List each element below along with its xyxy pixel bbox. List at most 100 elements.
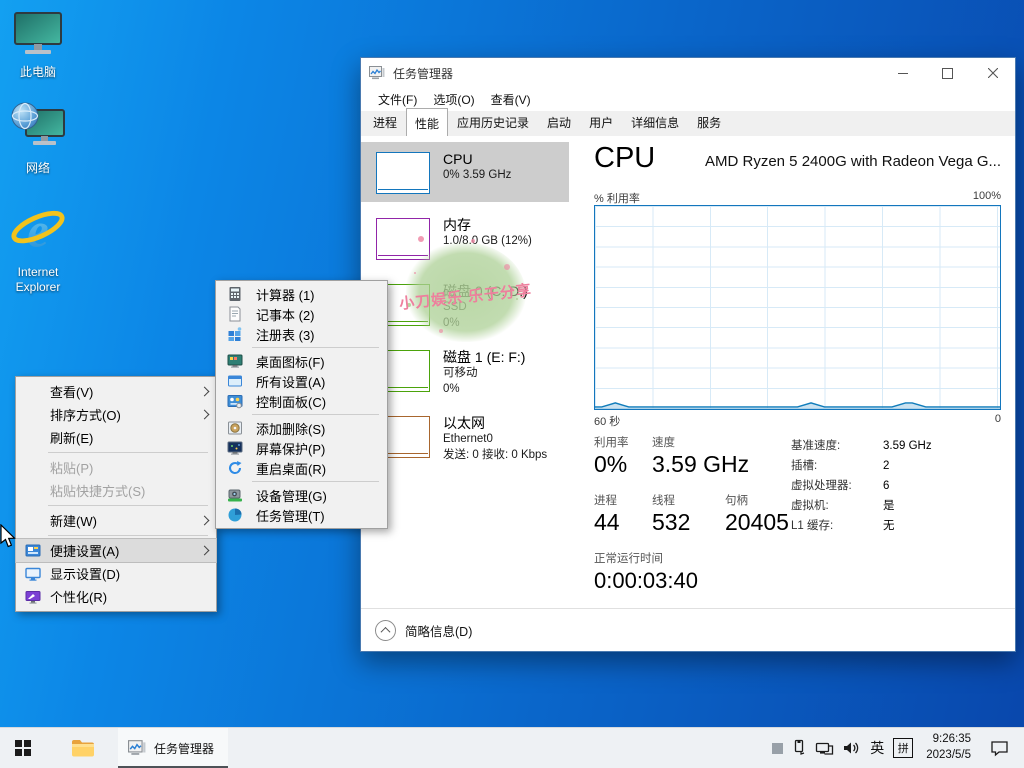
submenu-item-registry[interactable]: 注册表 (3) xyxy=(216,324,387,344)
menu-separator xyxy=(48,505,208,506)
action-center-icon[interactable] xyxy=(990,739,1010,757)
submenu-item-control-panel[interactable]: 控制面板(C) xyxy=(216,391,387,411)
menu-separator xyxy=(48,452,208,453)
desktop-icon-label: 网络 xyxy=(25,161,50,175)
cpu-details: 基准速度: 3.59 GHz 插槽: 2 虚拟处理器: 6 虚拟机: 是 L1 缓存: 无 xyxy=(791,436,932,536)
submenu-item-all-settings[interactable]: 所有设置(A) xyxy=(216,371,387,391)
submenu-item-notepad[interactable]: 记事本 (2) xyxy=(216,304,387,324)
menu-item-paste[interactable]: 粘贴(P) xyxy=(16,456,216,479)
personalize-icon xyxy=(25,590,41,604)
desktop-icon-this-pc[interactable]: 此电脑 xyxy=(0,12,76,80)
usb-eject-icon[interactable] xyxy=(792,739,806,757)
network-tray-icon[interactable] xyxy=(815,740,834,756)
desktop-icon-internet-explorer[interactable]: e Internet Explorer xyxy=(0,202,76,295)
tab-services[interactable]: 服务 xyxy=(688,109,730,136)
handles-label: 句柄 xyxy=(725,495,748,507)
submenu-item-desktop-icons[interactable]: 桌面图标(F) xyxy=(216,351,387,371)
window-title: 任务管理器 xyxy=(393,66,454,81)
util-label: 利用率 xyxy=(594,437,629,449)
sidebar-disk1-sub: 可移动 xyxy=(443,367,478,380)
screen: { "desktop": { "icons": [ {"label": "此电脑… xyxy=(0,0,1024,768)
footer: 简略信息(D) xyxy=(361,608,1015,651)
fewer-details-button[interactable] xyxy=(375,619,396,641)
submenu-item-task-management[interactable]: 任务管理(T) xyxy=(216,505,387,525)
windows-logo-icon xyxy=(15,740,31,756)
tab-app-history[interactable]: 应用历史记录 xyxy=(448,109,538,136)
file-explorer-button[interactable] xyxy=(60,728,106,768)
tab-users[interactable]: 用户 xyxy=(580,109,622,136)
sidebar-memory-title: 内存 xyxy=(443,217,471,233)
sidebar-item-disk0[interactable]: 磁盘 0 (C: D:) SSD 0% xyxy=(361,274,569,334)
tab-processes[interactable]: 进程 xyxy=(364,109,406,136)
menu-item-quick-settings[interactable]: 便捷设置(A) xyxy=(15,538,217,563)
submenu-item-restart-desktop[interactable]: 重启桌面(R) xyxy=(216,458,387,478)
taskbar-button-label: 任务管理器 xyxy=(154,741,215,756)
submenu-item-calculator[interactable]: 计算器 (1) xyxy=(216,284,387,304)
chevron-right-icon xyxy=(199,409,210,420)
menu-separator xyxy=(252,414,379,415)
base-speed-label: 基准速度: xyxy=(791,440,841,452)
virtual-machine-value: 是 xyxy=(883,500,895,512)
menu-item-new[interactable]: 新建(W) xyxy=(16,509,216,532)
tab-performance[interactable]: 性能 xyxy=(406,108,449,137)
titlebar[interactable]: 任务管理器 xyxy=(361,58,1015,88)
cpu-model-name: AMD Ryzen 5 2400G with Radeon Vega G... xyxy=(705,153,1001,170)
folder-icon xyxy=(72,740,94,757)
sidebar-item-memory[interactable]: 内存 1.0/8.0 GB (12%) xyxy=(361,208,569,268)
chevron-right-icon xyxy=(199,515,210,526)
menu-view[interactable]: 查看(V) xyxy=(483,88,539,111)
task-manager-taskbar-icon xyxy=(128,740,146,755)
submenu-item-add-remove[interactable]: 添加删除(S) xyxy=(216,418,387,438)
util-value: 0% xyxy=(594,451,628,477)
device-manager-icon xyxy=(228,489,242,502)
all-settings-icon xyxy=(228,375,242,387)
sidebar-ethernet-sub: Ethernet0 xyxy=(443,433,493,446)
desktop-icons-icon xyxy=(227,354,243,368)
sidebar-item-disk1[interactable]: 磁盘 1 (E: F:) 可移动 0% xyxy=(361,340,569,400)
minimize-button[interactable] xyxy=(880,58,925,88)
cpu-graph-line xyxy=(595,402,1000,409)
graph-y-max: 100% xyxy=(972,190,1001,202)
sidebar-disk0-sub2: 0% xyxy=(443,316,460,329)
screensaver-icon xyxy=(227,441,243,455)
display-settings-icon xyxy=(25,567,41,581)
menu-separator xyxy=(48,535,208,536)
menu-item-refresh[interactable]: 刷新(E) xyxy=(16,426,216,449)
base-speed-value: 3.59 GHz xyxy=(883,440,932,452)
maximize-button[interactable] xyxy=(925,58,970,88)
menu-item-paste-shortcut[interactable]: 粘贴快捷方式(S) xyxy=(16,479,216,502)
sidebar-item-ethernet[interactable]: 以太网 Ethernet0 发送: 0 接收: 0 Kbps xyxy=(361,406,569,466)
submenu-item-screensaver[interactable]: 屏幕保护(P) xyxy=(216,438,387,458)
menu-separator xyxy=(252,481,379,482)
taskbar-clock[interactable]: 9:26:35 2023/5/5 xyxy=(926,732,971,763)
menu-item-view[interactable]: 查看(V) xyxy=(16,380,216,403)
menu-item-display-settings[interactable]: 显示设置(D) xyxy=(16,562,216,585)
volume-icon[interactable] xyxy=(843,740,861,756)
taskbar-task-manager-button[interactable]: 任务管理器 xyxy=(118,728,229,768)
cpu-utilization-graph xyxy=(594,205,1001,410)
sidebar-item-cpu[interactable]: CPU 0% 3.59 GHz xyxy=(361,142,569,202)
menu-bar: 文件(F) 选项(O) 查看(V) xyxy=(361,88,1015,111)
sidebar-memory-sub: 1.0/8.0 GB (12%) xyxy=(443,235,532,248)
graph-x-left: 60 秒 xyxy=(594,416,621,428)
language-indicator[interactable]: 英 xyxy=(870,738,884,758)
clock-date: 2023/5/5 xyxy=(926,749,971,761)
menu-item-sort-by[interactable]: 排序方式(O) xyxy=(16,403,216,426)
cpu-mini-graph xyxy=(376,152,430,194)
menu-item-personalize[interactable]: 个性化(R) xyxy=(16,585,216,608)
close-button[interactable] xyxy=(970,58,1015,88)
system-tray: 英 拼 9:26:35 2023/5/5 xyxy=(772,732,1024,763)
submenu-item-device-manager[interactable]: 设备管理(G) xyxy=(216,485,387,505)
tray-app-icon[interactable] xyxy=(772,742,784,754)
tab-details[interactable]: 详细信息 xyxy=(622,109,688,136)
l1-cache-value: 无 xyxy=(883,520,895,532)
start-button[interactable] xyxy=(0,728,46,768)
ime-indicator[interactable]: 拼 xyxy=(893,738,914,758)
chevron-right-icon xyxy=(199,545,210,556)
cpu-panel-title: CPU xyxy=(594,142,656,174)
processes-label: 进程 xyxy=(594,495,617,507)
desktop-icon-network[interactable]: 网络 xyxy=(0,100,76,176)
uptime-label: 正常运行时间 xyxy=(594,553,663,565)
tab-startup[interactable]: 启动 xyxy=(538,109,580,136)
graph-y-label: % 利用率 xyxy=(594,193,640,205)
